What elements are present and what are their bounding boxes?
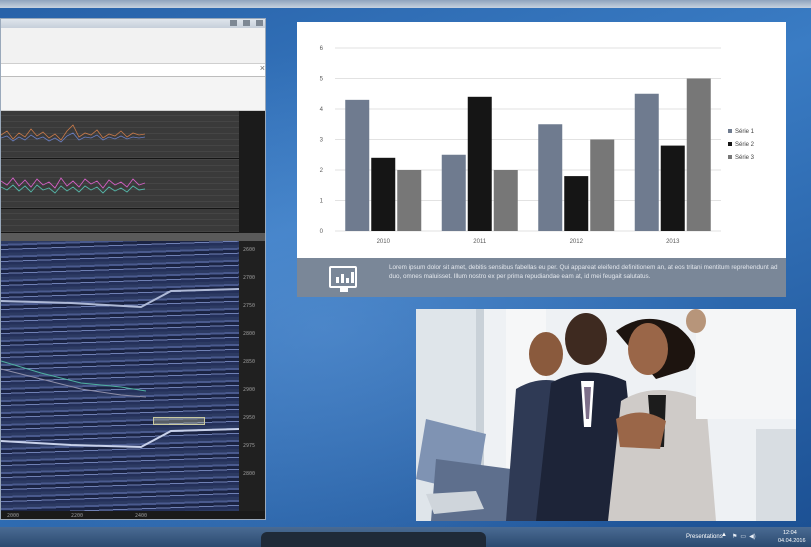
well-log-curve-2: [1, 177, 146, 194]
app-toolbar: [1, 28, 265, 64]
y-tick-label: 2: [320, 168, 324, 174]
minimize-icon[interactable]: [230, 20, 237, 26]
system-tray: ⚑ ▭ ◀): [732, 533, 756, 540]
y-tick-label: 5: [320, 77, 324, 83]
bar: [660, 145, 685, 231]
clock-date[interactable]: 04.04.2016: [778, 538, 806, 544]
depth-label: 2700: [243, 275, 256, 281]
track-scale: [239, 159, 265, 209]
well-log-curve-1: [1, 124, 146, 143]
depth-label: 2600: [243, 247, 256, 253]
depth-label: 2950: [243, 415, 256, 421]
clock-time[interactable]: 12:04: [783, 530, 797, 536]
track-scale: [239, 209, 265, 233]
bar: [345, 99, 370, 231]
legend-swatch: [728, 129, 732, 133]
distance-label: 2000: [7, 513, 20, 519]
seismic-section-view[interactable]: [1, 241, 240, 511]
depth-label: 2750: [243, 303, 256, 309]
legend-swatch: [728, 155, 732, 159]
distance-axis: 2000 2200 2400: [1, 511, 265, 519]
bar: [564, 176, 589, 231]
depth-label: 2850: [243, 359, 256, 365]
depth-axis: 2600 2700 2750 2800 2850 2900 2950 2975 …: [239, 241, 265, 511]
y-tick-label: 1: [320, 199, 324, 205]
track-scale: [239, 111, 265, 159]
taskbar: Presentations ▲ ⚑ ▭ ◀) 12:04 04.04.2016: [0, 527, 811, 547]
meeting-photo-illustration: [416, 309, 796, 521]
bar: [397, 170, 422, 231]
depth-label: 2975: [243, 443, 256, 449]
selection-box[interactable]: [153, 417, 205, 425]
show-hidden-icons-icon[interactable]: ▲: [721, 532, 727, 538]
depth-label: 2800: [243, 471, 256, 477]
desktop-background: × 2600 2700 2750 2800 2850 2900 2950 297…: [0, 0, 811, 547]
x-tick-label: 2011: [473, 239, 487, 245]
seismic-app-window[interactable]: × 2600 2700 2750 2800 2850 2900 2950 297…: [0, 18, 266, 520]
bar: [467, 96, 492, 231]
legend-swatch: [728, 142, 732, 146]
bar: [590, 139, 615, 231]
legend-label: Série 2: [735, 142, 755, 148]
close-icon[interactable]: [256, 20, 263, 26]
well-log-track[interactable]: [1, 159, 239, 209]
bar: [371, 157, 396, 231]
chart-slide[interactable]: 0 1 2 3 4 5 6 2010 2011 2012 2013 Série 1 Série 2 Sér…: [297, 22, 786, 297]
depth-label: 2800: [243, 331, 256, 337]
well-log-track[interactable]: [1, 209, 239, 233]
depth-label: 2900: [243, 387, 256, 393]
active-app-label[interactable]: Presentations: [686, 534, 723, 540]
window-controls: [230, 20, 263, 26]
y-tick-label: 3: [320, 138, 324, 144]
window-titlebar[interactable]: [1, 19, 265, 28]
legend-label: Série 1: [735, 129, 755, 135]
well-log-track[interactable]: [1, 111, 239, 159]
bar: [634, 93, 659, 231]
horizon-lines: [1, 288, 240, 449]
footer-text: Lorem ipsum dolor sit amet, debitis sens…: [389, 264, 778, 280]
distance-label: 2400: [135, 513, 148, 519]
search-input[interactable]: ×: [1, 63, 265, 77]
clear-icon[interactable]: ×: [260, 63, 265, 73]
legend-label: Série 3: [735, 155, 755, 161]
presentation-chart-icon: [329, 266, 357, 292]
network-icon[interactable]: ▭: [740, 533, 746, 540]
taskbar-window-thumbnail[interactable]: [261, 532, 486, 547]
volume-icon[interactable]: ◀): [749, 533, 756, 540]
business-people-photo: [416, 309, 796, 521]
bar: [686, 78, 711, 231]
properties-panel: [1, 77, 265, 111]
maximize-icon[interactable]: [243, 20, 250, 26]
bar: [538, 124, 563, 231]
bar: [493, 170, 518, 231]
y-tick-label: 4: [320, 107, 324, 113]
splitter[interactable]: [1, 233, 265, 241]
x-tick-label: 2012: [570, 239, 584, 245]
bar-chart: 0 1 2 3 4 5 6 2010 2011 2012 2013 Série 1 Série 2 Sér…: [320, 46, 755, 245]
bar: [441, 154, 466, 231]
slide-footer: Lorem ipsum dolor sit amet, debitis sens…: [297, 258, 786, 297]
flag-icon[interactable]: ⚑: [732, 533, 737, 540]
y-tick-label: 6: [320, 46, 324, 52]
x-tick-label: 2010: [377, 239, 391, 245]
y-tick-label: 0: [320, 229, 324, 235]
distance-label: 2200: [71, 513, 84, 519]
x-tick-label: 2013: [666, 239, 680, 245]
